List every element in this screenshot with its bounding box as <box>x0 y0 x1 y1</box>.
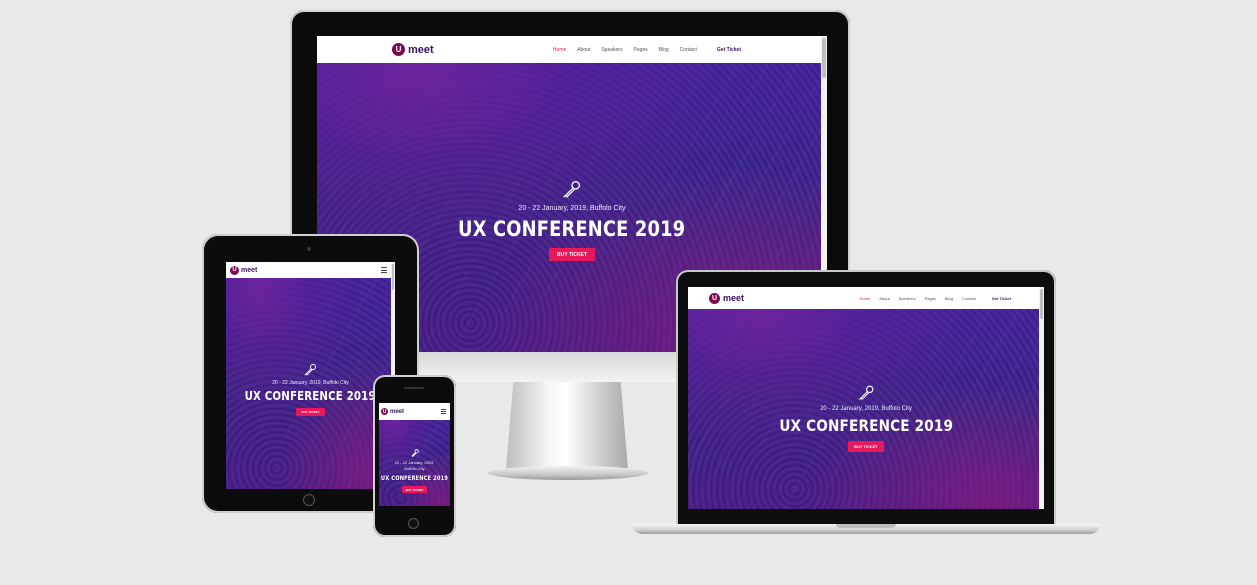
nav-item-pages[interactable]: Pages <box>925 296 936 301</box>
nav-item-about[interactable]: About <box>879 296 889 301</box>
nav-item-home[interactable]: Home <box>860 296 871 301</box>
nav-item-blog[interactable]: Blog <box>659 47 669 53</box>
navbar: U meet <box>226 262 395 278</box>
navbar: U meet Home About Speakers Pages Blog Co… <box>317 36 827 63</box>
phone-home-button[interactable] <box>408 518 419 529</box>
hamburger-icon[interactable] <box>441 409 446 415</box>
logo-text: meet <box>390 408 405 415</box>
phone-speaker <box>404 387 424 389</box>
logo-text: meet <box>408 43 434 56</box>
hamburger-icon[interactable] <box>381 266 387 274</box>
logo-mark: U <box>709 292 720 304</box>
microphone-icon <box>410 449 419 458</box>
microphone-icon <box>304 364 316 376</box>
nav-item-contact[interactable]: Contact <box>962 296 976 301</box>
tablet-home-button[interactable] <box>303 494 315 506</box>
logo[interactable]: U meet <box>381 408 404 415</box>
event-title: UX CONFERENCE 2019 <box>244 389 377 403</box>
hero-section: 20 - 22 January, 2019, Buffolo City UX C… <box>379 420 450 506</box>
event-title: UX CONFERENCE 2019 <box>380 475 449 482</box>
nav-item-about[interactable]: About <box>577 47 590 53</box>
hero-content: 20 - 22 January, 2019, Buffolo City UX C… <box>226 362 395 416</box>
monitor-base <box>488 466 648 480</box>
nav-item-speakers[interactable]: Speakers <box>899 296 916 301</box>
laptop-screen: U meet Home About Speakers Pages Blog Co… <box>688 287 1044 509</box>
buy-ticket-button[interactable]: BUY TICKET <box>295 408 326 416</box>
navbar: U meet <box>379 403 450 420</box>
nav-item-home[interactable]: Home <box>553 47 566 53</box>
phone-screen: U meet 20 - 22 January, 2019, Buffolo Ci… <box>379 403 450 506</box>
get-ticket-link[interactable]: Get Ticket <box>717 47 741 53</box>
scrollbar[interactable] <box>1039 287 1044 509</box>
microphone-icon <box>563 181 580 198</box>
logo[interactable]: U meet <box>709 292 745 304</box>
logo-mark: U <box>230 265 239 275</box>
tablet-screen: U meet 20 - 22 January, 2019, Buffolo Ci… <box>226 262 395 489</box>
event-date: 20 - 22 January, 2019, Buffolo City <box>518 205 626 212</box>
laptop-notch <box>836 524 896 528</box>
hero-section: 20 - 22 January, 2019, Buffolo City UX C… <box>688 309 1044 509</box>
logo[interactable]: U meet <box>230 265 258 275</box>
event-date: 20 - 22 January, 2019, Buffolo City <box>394 460 435 471</box>
hero-content: 20 - 22 January, 2019, Buffolo City UX C… <box>379 448 450 493</box>
event-title: UX CONFERENCE 2019 <box>458 217 686 241</box>
event-date: 20 - 22 January, 2019, Buffolo City <box>820 406 912 412</box>
tablet-camera <box>307 247 311 251</box>
logo-mark: U <box>381 408 388 415</box>
buy-ticket-button[interactable]: BUY TICKET <box>848 441 884 452</box>
logo-text: meet <box>241 266 258 274</box>
nav-item-blog[interactable]: Blog <box>945 296 953 301</box>
hero-section: 20 - 22 January, 2019, Buffolo City UX C… <box>226 278 395 489</box>
nav-item-speakers[interactable]: Speakers <box>601 47 622 53</box>
get-ticket-link[interactable]: Get Ticket <box>992 296 1011 301</box>
logo[interactable]: U meet <box>392 43 434 56</box>
nav-item-contact[interactable]: Contact <box>680 47 697 53</box>
navbar: U meet Home About Speakers Pages Blog Co… <box>688 287 1044 309</box>
event-date: 20 - 22 January, 2019, Buffolo City <box>272 380 349 386</box>
microphone-icon <box>858 385 873 401</box>
logo-mark: U <box>392 43 405 56</box>
hero-content: 20 - 22 January, 2019, Buffolo City UX C… <box>688 383 1044 452</box>
buy-ticket-button[interactable]: BUY TICKET <box>401 486 428 493</box>
monitor-stand <box>506 382 628 470</box>
event-title: UX CONFERENCE 2019 <box>779 416 953 435</box>
nav-menu: Home About Speakers Pages Blog Contact G… <box>860 296 1011 301</box>
buy-ticket-button[interactable]: BUY TICKET <box>549 248 595 261</box>
nav-item-pages[interactable]: Pages <box>633 47 647 53</box>
logo-text: meet <box>723 293 745 303</box>
nav-menu: Home About Speakers Pages Blog Contact G… <box>553 47 741 53</box>
